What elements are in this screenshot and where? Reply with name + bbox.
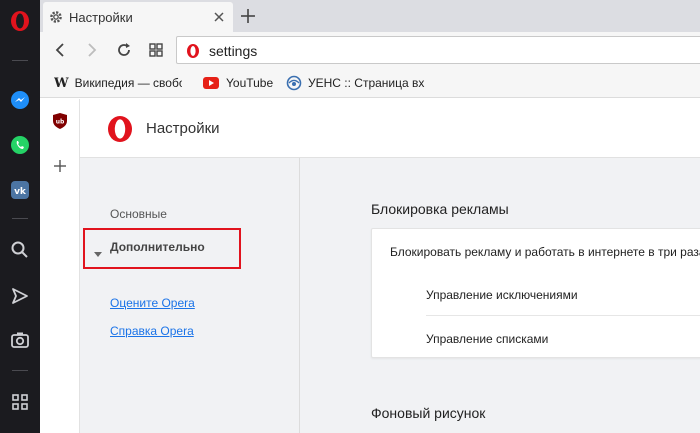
- close-icon[interactable]: [211, 9, 227, 25]
- ublock-shield-icon[interactable]: ub: [52, 112, 68, 130]
- manage-exceptions-row[interactable]: Управление исключениями: [426, 288, 578, 302]
- back-button[interactable]: [50, 40, 70, 60]
- url-text: settings: [209, 43, 258, 59]
- nav-advanced[interactable]: Дополнительно: [110, 240, 205, 254]
- opera-sidebar: vk: [0, 0, 40, 433]
- youtube-icon: [203, 77, 219, 89]
- sidebar-divider: [12, 218, 28, 219]
- bookmark-youtube[interactable]: YouTube: [203, 74, 283, 92]
- bookmark-label: УЕНС :: Страница вх: [308, 76, 425, 90]
- sidebar-divider: [12, 60, 28, 61]
- svg-text:vk: vk: [14, 187, 27, 197]
- whatsapp-icon[interactable]: [8, 133, 32, 157]
- reload-button[interactable]: [114, 40, 134, 60]
- triangle-down-icon: [94, 245, 102, 257]
- search-icon[interactable]: [8, 238, 32, 262]
- page-title: Настройки: [146, 120, 220, 137]
- tab-title: Настройки: [69, 9, 133, 25]
- bookmark-label: YouTube: [226, 76, 274, 90]
- block-ads-option[interactable]: Блокировать рекламу и работать в интерне…: [390, 245, 700, 259]
- wikipedia-icon: W: [54, 75, 69, 91]
- rate-opera-link[interactable]: Оцените Opera: [110, 296, 195, 310]
- globe-icon: [286, 75, 302, 91]
- camera-icon[interactable]: [8, 328, 32, 352]
- bookmark-uens[interactable]: УЕНС :: Страница вх: [286, 74, 460, 92]
- bookmark-label: Википедия — свобо: [74, 76, 182, 90]
- bookmarks-bar: W Википедия — свобо YouTube УЕНС :: Стра…: [40, 68, 700, 98]
- ad-block-section-title: Блокировка рекламы: [371, 201, 509, 217]
- settings-content: Блокировка рекламы Блокировать рекламу и…: [300, 158, 700, 433]
- sidebar-divider: [12, 370, 28, 371]
- gear-icon: [49, 10, 63, 24]
- navigation-toolbar: settings: [40, 32, 700, 68]
- opera-help-link[interactable]: Справка Opera: [110, 324, 194, 338]
- settings-page: Настройки Основные Дополнительно Оцените…: [80, 99, 700, 433]
- svg-text:ub: ub: [56, 119, 65, 126]
- settings-header: Настройки: [80, 99, 700, 158]
- background-section-title: Фоновый рисунок: [371, 405, 486, 421]
- extension-rail: ub: [40, 99, 80, 433]
- row-divider: [426, 315, 700, 316]
- new-tab-button[interactable]: [238, 6, 258, 26]
- opera-logo-icon[interactable]: [8, 9, 32, 33]
- opera-logo-icon: [107, 115, 133, 143]
- vk-icon[interactable]: vk: [8, 178, 32, 202]
- bookmark-wikipedia[interactable]: W Википедия — свобо: [54, 74, 182, 92]
- send-icon[interactable]: [8, 284, 32, 308]
- manage-lists-row[interactable]: Управление списками: [426, 332, 548, 346]
- tab-settings[interactable]: Настройки: [43, 2, 233, 32]
- tab-strip: Настройки: [40, 0, 700, 32]
- settings-nav: Основные Дополнительно Оцените Opera Спр…: [80, 158, 300, 433]
- ad-block-card: Блокировать рекламу и работать в интерне…: [371, 228, 700, 358]
- add-extension-button[interactable]: [52, 158, 68, 174]
- address-bar[interactable]: settings: [176, 36, 700, 64]
- forward-button[interactable]: [82, 40, 102, 60]
- grid-icon[interactable]: [8, 390, 32, 414]
- speed-dial-icon[interactable]: [146, 40, 166, 60]
- opera-logo-icon: [186, 43, 200, 59]
- nav-basic[interactable]: Основные: [110, 207, 167, 221]
- messenger-icon[interactable]: [8, 88, 32, 112]
